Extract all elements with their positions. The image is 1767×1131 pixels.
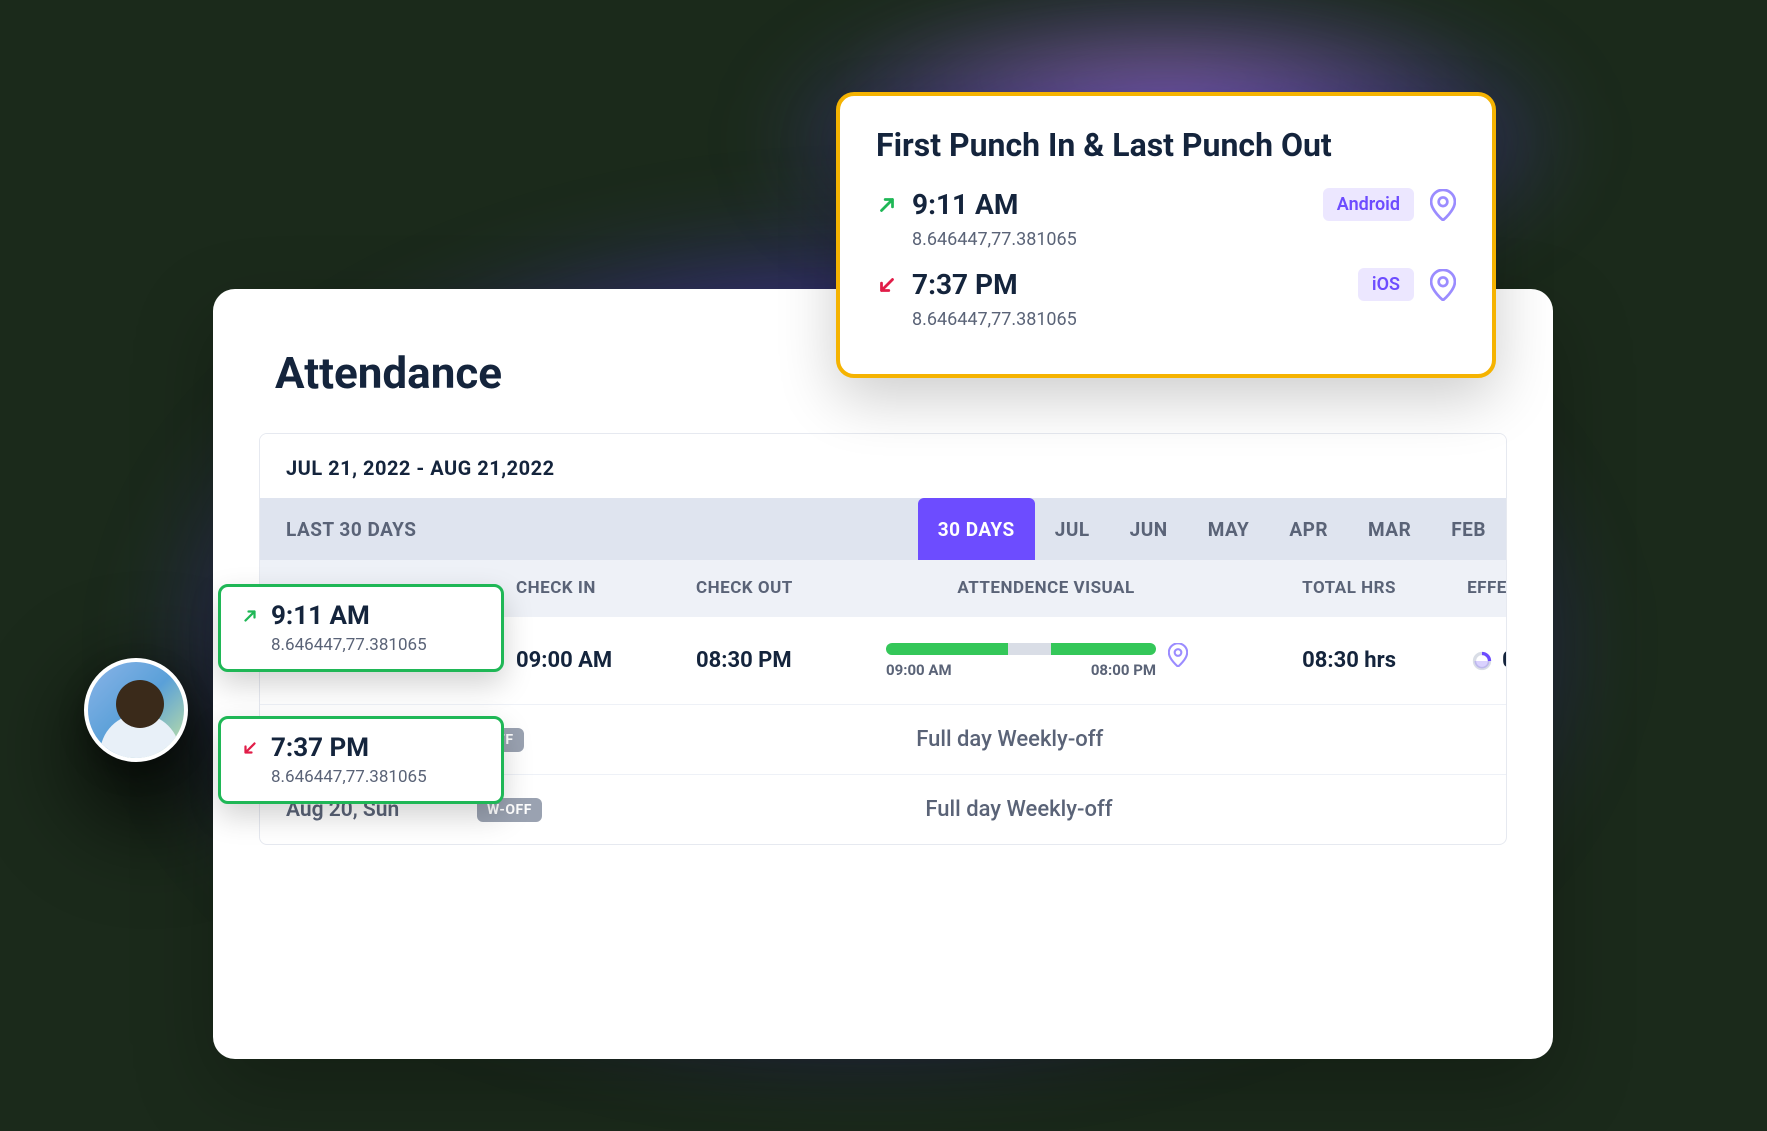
mini-out-coords: 8.646447,77.381065 (271, 767, 481, 787)
range-tabs: LAST 30 DAYS 30 DAYS JUL JUN MAY APR MAR… (260, 498, 1506, 560)
effective-value: 08:30 hrs (1502, 648, 1507, 673)
col-effective: EFFECTIVE HRS (1396, 578, 1507, 598)
visual-end-label: 08:00 PM (1091, 661, 1156, 679)
arrow-down-left-icon (241, 739, 259, 757)
col-check-out: CHECK OUT (696, 578, 886, 598)
cell-check-in: 09:00 AM (516, 648, 696, 673)
arrow-up-right-icon (241, 607, 259, 625)
tab-month-feb[interactable]: FEB (1431, 498, 1506, 560)
date-range-label: JUL 21, 2022 - AUG 21,2022 (260, 434, 1506, 498)
attendance-bar (886, 643, 1156, 655)
avatar[interactable] (84, 658, 188, 762)
punch-in-row: 9:11 AM Android (876, 188, 1456, 221)
arrow-down-left-icon (876, 274, 898, 296)
cell-visual: 09:00 AM 08:00 PM (886, 643, 1206, 679)
range-tabs-label: LAST 30 DAYS (260, 518, 918, 541)
mini-in-coords: 8.646447,77.381065 (271, 635, 481, 655)
tab-month-may[interactable]: MAY (1188, 498, 1270, 560)
punch-out-time: 7:37 PM (912, 268, 1018, 301)
tab-month-apr[interactable]: APR (1269, 498, 1348, 560)
cell-effective: 08:30 hrs (1396, 648, 1507, 673)
location-pin-icon[interactable] (1168, 643, 1188, 667)
tab-30-days[interactable]: 30 DAYS (918, 498, 1035, 560)
punch-out-coords: 8.646447,77.381065 (912, 309, 1456, 330)
arrow-up-right-icon (876, 194, 898, 216)
col-check-in: CHECK IN (516, 578, 696, 598)
tab-month-jul[interactable]: JUL (1035, 498, 1110, 560)
col-visual: ATTENDENCE VISUAL (886, 578, 1206, 598)
mini-punch-in-card: 9:11 AM 8.646447,77.381065 (218, 584, 504, 672)
off-text: Full day Weekly-off (558, 797, 1480, 822)
mini-out-time: 7:37 PM (271, 733, 369, 763)
location-pin-icon[interactable] (1430, 269, 1456, 301)
punch-summary-card: First Punch In & Last Punch Out 9:11 AM … (836, 92, 1496, 378)
mini-in-time: 9:11 AM (271, 601, 370, 631)
punch-title: First Punch In & Last Punch Out (876, 126, 1456, 164)
punch-out-row: 7:37 PM iOS (876, 268, 1456, 301)
tab-month-jun[interactable]: JUN (1110, 498, 1188, 560)
punch-in-coords: 8.646447,77.381065 (912, 229, 1456, 250)
mini-punch-out-card: 7:37 PM 8.646447,77.381065 (218, 716, 504, 804)
device-chip: Android (1323, 188, 1414, 221)
attendance-card: Attendance JUL 21, 2022 - AUG 21,2022 LA… (213, 289, 1553, 1059)
tab-month-mar[interactable]: MAR (1348, 498, 1431, 560)
cell-check-out: 08:30 PM (696, 648, 886, 673)
progress-ring-icon (1472, 651, 1492, 671)
col-total: TOTAL HRS (1206, 578, 1396, 598)
visual-start-label: 09:00 AM (886, 661, 952, 679)
punch-in-time: 9:11 AM (912, 188, 1018, 221)
cell-total: 08:30 hrs (1206, 648, 1396, 673)
off-text: Full day Weekly-off (540, 727, 1480, 752)
location-pin-icon[interactable] (1430, 189, 1456, 221)
device-chip: iOS (1358, 268, 1414, 301)
